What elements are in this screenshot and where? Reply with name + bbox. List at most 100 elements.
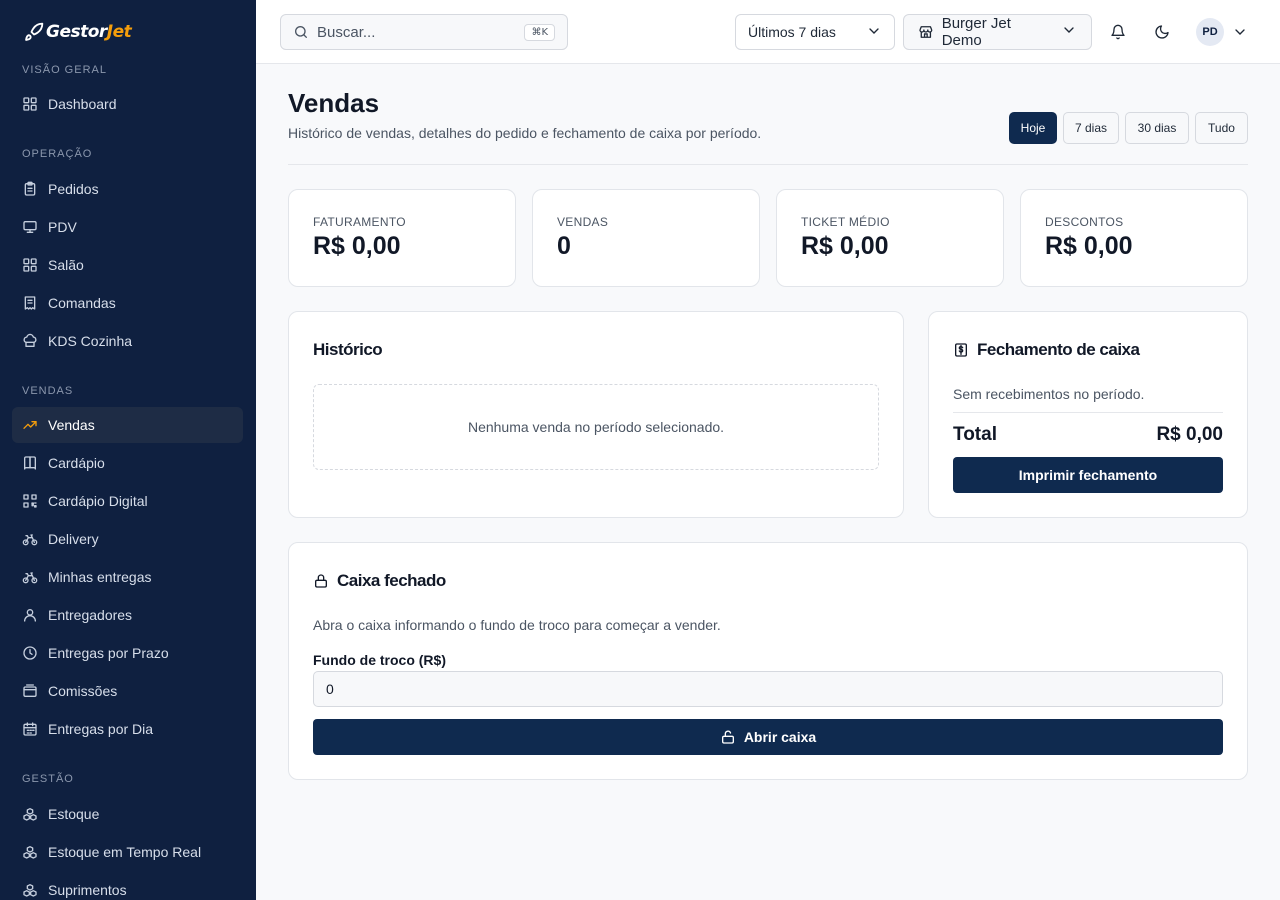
sidebar-item-label: Comissões [48,683,118,699]
store-select-value: Burger Jet Demo [941,15,1011,49]
kpi-value: 0 [557,232,571,260]
sidebar-item-estoque-em-tempo-real[interactable]: Estoque em Tempo Real [12,834,243,870]
sidebar-item-dashboard[interactable]: Dashboard [12,86,243,122]
sidebar-item-label: Cardápio [48,455,105,471]
range-button-all[interactable]: Tudo [1195,112,1248,144]
sidebar-item-label: Estoque [48,806,100,822]
bike-icon [22,531,38,547]
sidebar-item-delivery[interactable]: Delivery [12,521,243,557]
book-icon [22,455,38,471]
sidebar-item-entregas-por-dia[interactable]: Entregas por Dia [12,711,243,747]
sidebar-item-cardapio-digital[interactable]: Cardápio Digital [12,483,243,519]
sidebar-item-estoque[interactable]: Estoque [12,796,243,832]
range-button-30-days[interactable]: 30 dias [1125,112,1189,144]
search-input[interactable] [317,23,507,41]
change-fund-input[interactable] [313,671,1223,707]
divider [953,412,1223,413]
history-card: Histórico Nenhuma venda no período selec… [288,311,904,518]
change-fund-label: Fundo de troco (R$) [313,652,446,668]
sidebar-item-label: KDS Cozinha [48,333,133,349]
kpi-value: R$ 0,00 [313,232,401,260]
sidebar-item-label: Delivery [48,531,99,547]
open-register-label: Abrir caixa [743,729,817,745]
period-select-value: Últimos 7 dias [748,24,836,40]
search-box[interactable]: ⌘K [280,14,568,50]
kpi-label: TICKET MÉDIO [801,215,890,229]
store-select[interactable]: Burger Jet Demo [903,14,1092,50]
receipt-dollar-icon [955,343,967,357]
sidebar-item-kds-cozinha[interactable]: KDS Cozinha [12,323,243,359]
sidebar-item-label: PDV [48,219,77,235]
history-title: Histórico [313,340,383,359]
sidebar-section-label: VISÃO GERAL [22,64,107,76]
sidebar-section-label: GESTÃO [22,773,74,785]
range-button-7-days[interactable]: 7 dias [1063,112,1119,144]
sidebar-item-label: Vendas [48,417,95,433]
trending-up-icon [22,417,38,433]
sidebar-item-entregadores[interactable]: Entregadores [12,597,243,633]
page-title: Vendas [288,88,380,118]
range-button-today[interactable]: Hoje [1009,112,1057,144]
print-closing-button[interactable]: Imprimir fechamento [953,457,1223,493]
kpi-value: R$ 0,00 [801,232,889,260]
sidebar-item-label: Minhas entregas [48,569,152,585]
total-label: Total [953,424,997,445]
kpi-label: VENDAS [557,215,609,229]
cash-register-card: Caixa fechado Abra o caixa informando o … [288,542,1248,780]
search-shortcut-badge: ⌘K [524,23,555,41]
kpi-card-discounts: DESCONTOS R$ 0,00 [1020,189,1248,287]
sidebar-item-comissoes[interactable]: Comissões [12,673,243,709]
user-icon [22,607,38,623]
search-icon [295,26,307,38]
sidebar-item-label: Salão [48,257,84,273]
rocket-icon [25,22,44,41]
sidebar: GestorJet VISÃO GERAL Dashboard OPERAÇÃO Pe… [0,0,256,900]
moon-icon[interactable] [1152,22,1172,42]
open-register-button[interactable]: Abrir caixa [313,719,1223,755]
sidebar-item-cardapio[interactable]: Cardápio [12,445,243,481]
chef-hat-icon [22,333,38,349]
sidebar-item-label: Entregas por Prazo [48,645,169,661]
sidebar-item-comandas[interactable]: Comandas [12,285,243,321]
lock-icon [315,574,327,588]
cash-closing-note: Sem recebimentos no período. [953,386,1145,402]
sidebar-item-minhas-entregas[interactable]: Minhas entregas [12,559,243,595]
boxes-icon [22,882,38,898]
total-value: R$ 0,00 [1156,424,1223,445]
sidebar-item-pdv[interactable]: PDV [12,209,243,245]
sidebar-item-label: Cardápio Digital [48,493,148,509]
sidebar-item-label: Comandas [48,295,116,311]
avatar[interactable]: PD [1196,18,1224,46]
boxes-icon [22,844,38,860]
chevron-down-icon[interactable] [1230,22,1250,42]
sidebar-item-entregas-por-prazo[interactable]: Entregas por Prazo [12,635,243,671]
sidebar-item-vendas[interactable]: Vendas [12,407,243,443]
chevron-down-icon [866,23,882,42]
chevron-down-icon [1061,22,1077,42]
cash-closing-card: Fechamento de caixa Sem recebimentos no … [928,311,1248,518]
clipboard-icon [22,181,38,197]
sidebar-section-label: VENDAS [22,385,74,397]
topbar: ⌘K Últimos 7 dias Burger Jet Demo PD [256,0,1280,64]
grid-icon [22,96,38,112]
wallet-icon [22,683,38,699]
sidebar-item-label: Dashboard [48,96,117,112]
qr-code-icon [22,493,38,509]
sidebar-item-suprimentos[interactable]: Suprimentos [12,872,243,900]
divider [288,164,1248,165]
kpi-card-average-ticket: TICKET MÉDIO R$ 0,00 [776,189,1004,287]
bike-icon [22,569,38,585]
bell-icon[interactable] [1108,22,1128,42]
kpi-label: DESCONTOS [1045,215,1124,229]
period-select[interactable]: Últimos 7 dias [735,14,895,50]
kpi-card-sales: VENDAS 0 [532,189,760,287]
sidebar-item-label: Pedidos [48,181,99,197]
cash-register-note: Abra o caixa informando o fundo de troco… [313,617,721,633]
logo[interactable]: GestorJet [24,20,132,44]
monitor-icon [22,219,38,235]
sidebar-item-pedidos[interactable]: Pedidos [12,171,243,207]
cash-register-title: Caixa fechado [313,571,446,591]
logo-text: GestorJet [46,22,132,42]
store-icon [919,26,933,38]
sidebar-item-salao[interactable]: Salão [12,247,243,283]
